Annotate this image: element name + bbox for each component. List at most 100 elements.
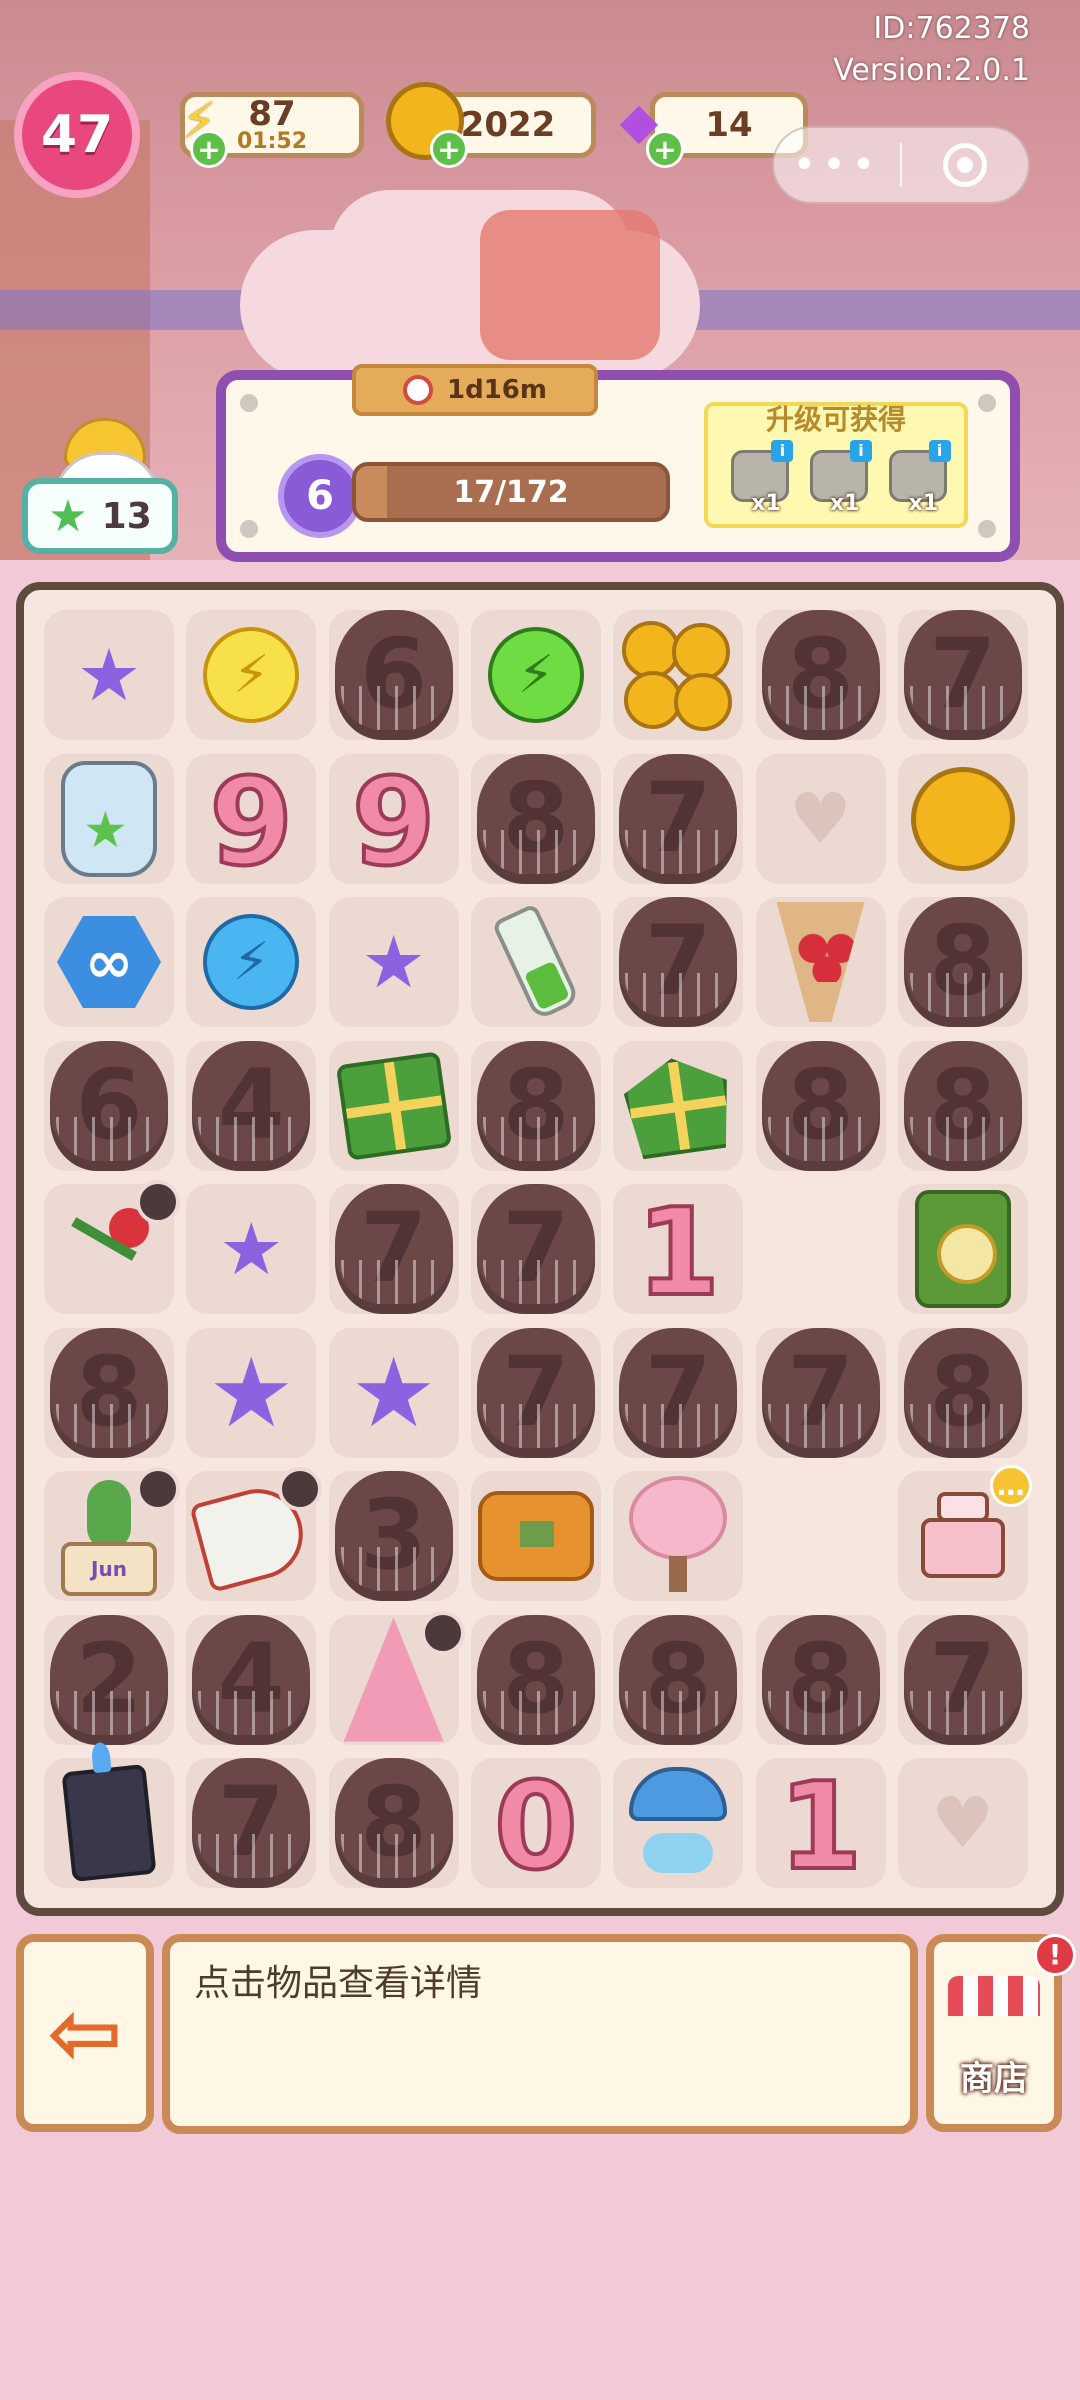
empty-cell[interactable] <box>756 1471 886 1601</box>
locked-cobweb-item[interactable]: 6 <box>328 610 459 740</box>
gift-box-item[interactable] <box>328 1040 459 1171</box>
locked-cobweb-item[interactable]: 3 <box>328 1471 459 1601</box>
reward-item[interactable]: i x1 <box>725 440 794 516</box>
close-miniprogram-button[interactable] <box>902 143 1028 187</box>
exit-button[interactable]: ⇦ <box>16 1934 154 2132</box>
potion-item[interactable] <box>470 897 601 1027</box>
more-menu-button[interactable]: ••• <box>774 142 900 188</box>
locked-cobweb-item[interactable]: 7 <box>897 610 1028 740</box>
info-icon[interactable]: i <box>928 440 951 462</box>
reward-item[interactable]: i x1 <box>804 440 872 516</box>
locked-cobweb-item[interactable]: 8 <box>44 1327 174 1458</box>
add-energy-button[interactable]: + <box>190 130 228 168</box>
cake-item[interactable]: … <box>897 1465 1032 1601</box>
cooldown-clock-icon <box>136 1180 180 1224</box>
locked-cobweb-item[interactable]: 8 <box>470 1614 601 1745</box>
player-level-badge[interactable]: 47 <box>14 72 140 198</box>
reward-count: x1 <box>751 491 781 516</box>
star-counter[interactable]: ★ 13 <box>22 478 178 554</box>
cobweb-icon: 8 <box>619 1614 738 1745</box>
number-candle-item[interactable]: 9 <box>186 752 317 895</box>
cobweb-icon: 6 <box>334 610 453 740</box>
cobweb-icon: 4 <box>192 1040 311 1171</box>
star-item[interactable]: ★ <box>328 897 459 1027</box>
locked-cobweb-item[interactable]: 8 <box>613 1614 744 1745</box>
purple-star-icon: ★ <box>208 1336 295 1449</box>
locked-cobweb-item[interactable]: 7 <box>897 1614 1028 1745</box>
locked-cobweb-item[interactable]: 7 <box>613 753 744 884</box>
cobweb-icon: 4 <box>192 1614 311 1745</box>
candle-icon: 1 <box>777 1756 865 1899</box>
empty-cell[interactable] <box>756 1184 886 1314</box>
lantern-generator[interactable] <box>897 1184 1028 1314</box>
locked-cobweb-item[interactable]: 8 <box>470 753 601 884</box>
locked-cobweb-item[interactable]: 8 <box>755 1614 886 1745</box>
cherry-tree-item[interactable] <box>613 1471 744 1601</box>
cooldown-clock-icon <box>278 1467 323 1511</box>
locked-cobweb-item[interactable]: 7 <box>613 1327 744 1458</box>
star-jar-item[interactable] <box>44 753 174 884</box>
cobweb-icon: 8 <box>476 1614 595 1745</box>
empty-cell[interactable]: ♥ <box>897 1758 1028 1888</box>
level-up-rewards: 升级可获得 i x1 i x1 i x1 <box>704 402 968 528</box>
energy-orb-item[interactable]: ⚡ <box>470 610 601 740</box>
cactus-generator[interactable]: Jun <box>44 1467 180 1601</box>
locked-cobweb-item[interactable]: 7 <box>613 897 744 1027</box>
locked-cobweb-item[interactable]: 6 <box>44 1040 174 1171</box>
cobweb-icon: 7 <box>903 1614 1022 1745</box>
shop-icon <box>948 1976 1040 2016</box>
star-item[interactable]: ★ <box>44 610 174 740</box>
add-coins-button[interactable]: + <box>430 130 468 168</box>
locked-cobweb-item[interactable]: 8 <box>897 897 1028 1027</box>
empty-cell[interactable]: ♥ <box>755 753 886 884</box>
cobweb-icon: 7 <box>619 753 738 884</box>
locked-cobweb-item[interactable]: 7 <box>186 1758 317 1888</box>
locked-cobweb-item[interactable]: 4 <box>186 1040 317 1171</box>
locked-cobweb-item[interactable]: 8 <box>755 610 886 740</box>
number-candle-item[interactable]: 1 <box>613 1182 744 1325</box>
locked-cobweb-item[interactable]: 2 <box>44 1614 174 1745</box>
star-item[interactable]: ★ <box>186 1327 317 1458</box>
cobweb-icon: 7 <box>192 1758 311 1888</box>
event-timer-value: 1d16m <box>447 375 547 405</box>
infinity-energy-item[interactable]: ∞ <box>44 897 174 1027</box>
pink-tree-generator[interactable] <box>328 1610 465 1745</box>
cobweb-icon: 8 <box>476 753 595 884</box>
locked-cobweb-item[interactable]: 7 <box>470 1184 601 1314</box>
info-icon[interactable]: i <box>771 440 794 462</box>
coin-stack-item[interactable] <box>613 610 744 740</box>
locked-cobweb-item[interactable]: 7 <box>328 1184 459 1314</box>
energy-orb-item[interactable]: ⚡ <box>186 610 317 740</box>
reward-count: x1 <box>908 491 939 516</box>
event-timer: 1d16m <box>352 364 598 416</box>
clock-icon <box>403 375 433 405</box>
shop-button[interactable]: ! 商店 <box>926 1934 1076 2132</box>
star-item[interactable]: ★ <box>186 1184 317 1314</box>
umbrella-table-item[interactable] <box>613 1758 744 1888</box>
energy-orb-item[interactable]: ⚡ <box>186 897 317 1027</box>
rose-generator[interactable] <box>44 1180 180 1314</box>
sofa-item[interactable] <box>470 1471 601 1601</box>
reward-item[interactable]: i x1 <box>883 440 951 516</box>
locked-cobweb-item[interactable]: 7 <box>755 1327 886 1458</box>
gift-box-item[interactable] <box>613 1040 744 1171</box>
reward-title: 升级可获得 <box>765 403 906 436</box>
sofa-icon <box>477 1491 594 1581</box>
megaphone-generator[interactable] <box>186 1467 323 1601</box>
locked-cobweb-item[interactable]: 7 <box>470 1327 601 1458</box>
locked-cobweb-item[interactable]: 8 <box>897 1327 1028 1458</box>
number-candle-item[interactable]: 0 <box>470 1756 601 1899</box>
bouquet-item[interactable] <box>755 897 886 1027</box>
star-item[interactable]: ★ <box>328 1327 459 1458</box>
number-candle-item[interactable]: 9 <box>328 752 459 895</box>
add-gems-button[interactable]: + <box>646 130 684 168</box>
locked-cobweb-item[interactable]: 8 <box>328 1758 459 1888</box>
coin-item[interactable] <box>897 753 1028 884</box>
bucket-item[interactable] <box>44 1758 174 1888</box>
locked-cobweb-item[interactable]: 8 <box>897 1040 1028 1171</box>
number-candle-item[interactable]: 1 <box>755 1756 886 1899</box>
locked-cobweb-item[interactable]: 4 <box>186 1614 317 1745</box>
info-icon[interactable]: i <box>849 440 872 462</box>
locked-cobweb-item[interactable]: 8 <box>755 1040 886 1171</box>
locked-cobweb-item[interactable]: 8 <box>470 1040 601 1171</box>
